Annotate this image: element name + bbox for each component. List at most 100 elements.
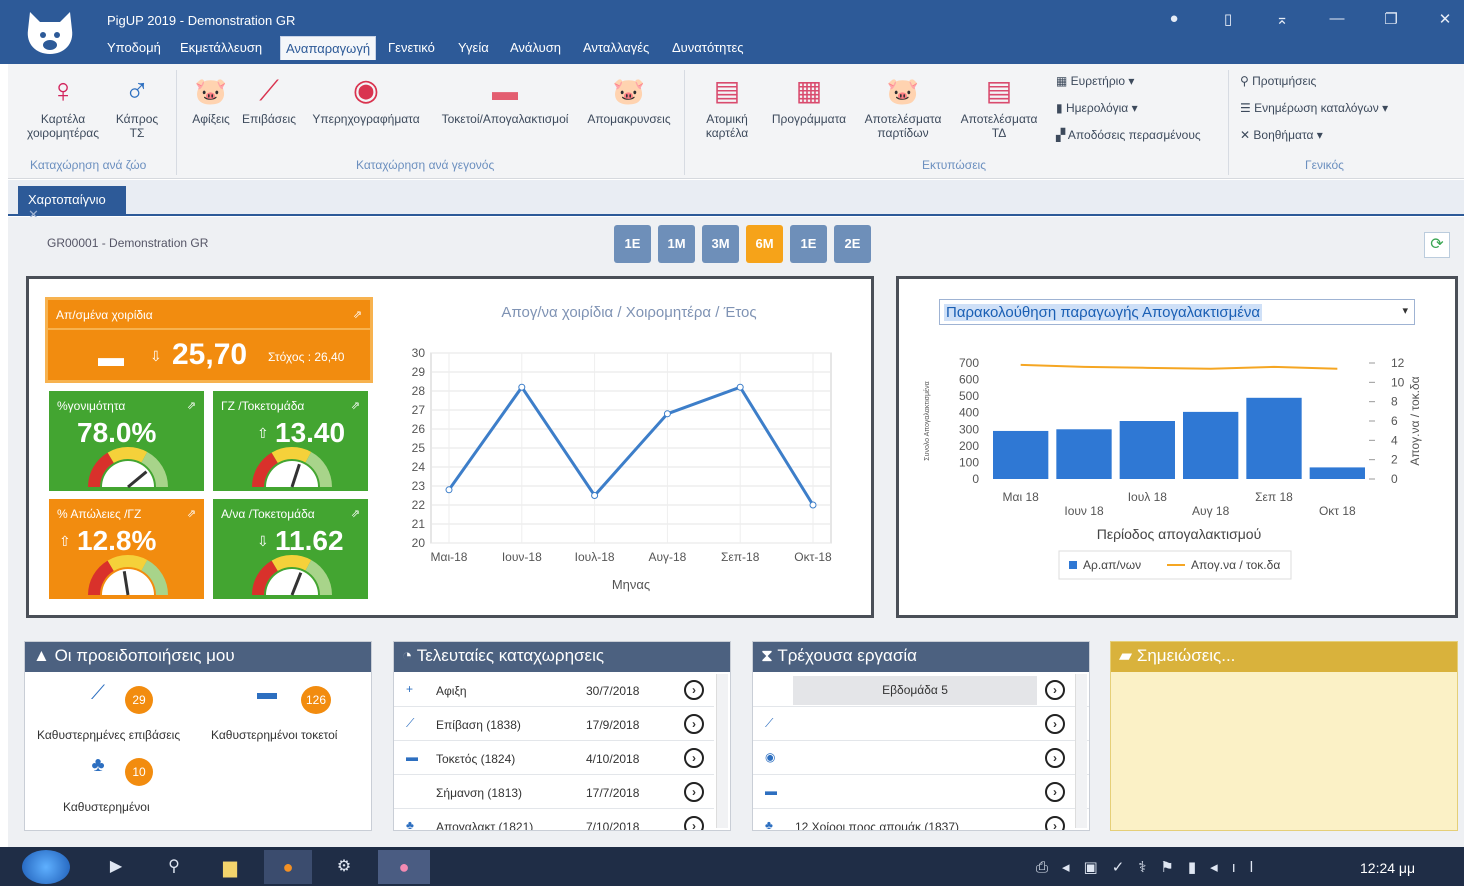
kpi-weaned-per-litter[interactable]: Α/να /Τοκετομάδα ⇗ ⇩ 11.62 [213, 499, 368, 599]
list-item[interactable]: ⟋ › [753, 708, 1089, 741]
expand-icon[interactable]: ⇗ [351, 507, 360, 520]
period-button-5[interactable]: 1Ε [790, 225, 827, 263]
expand-icon[interactable]: ⇗ [187, 507, 196, 520]
chevron-right-icon[interactable]: › [1045, 782, 1065, 802]
menu-capabilities[interactable]: Δυνατότητες [672, 40, 744, 55]
legend-swatch [1069, 561, 1077, 569]
tab-dashboard[interactable]: Χαρτοπαίγνιο ✕ [18, 186, 126, 222]
list-update-button[interactable]: ☰ Ενημέρωση καταλόγων ▾ [1240, 101, 1388, 115]
menu-analysis[interactable]: Ανάλυση [510, 40, 561, 55]
kpi-fertility[interactable]: %γονιμότητα ⇗ 78.0% [49, 391, 204, 491]
refresh-icon[interactable]: ⟳ [1424, 232, 1450, 258]
list-item[interactable]: ⟋ Επίβαση (1838) 17/9/2018 › [394, 708, 714, 741]
kpi-losses[interactable]: % Απώλειες /ΓΖ ⇗ ⇧ 12.8% [49, 499, 204, 599]
chevron-right-icon[interactable]: › [1045, 816, 1065, 830]
period-button-3[interactable]: 3Μ [702, 225, 739, 263]
y-axis-label: Συνολο Απογαλακτισμένα [923, 381, 931, 460]
list-item[interactable]: Σήμανση (1813) 17/7/2018 › [394, 776, 714, 809]
scrollbar[interactable] [716, 674, 728, 828]
series-line [1020, 363, 1338, 370]
ribbon-separator [1228, 70, 1229, 175]
chevron-down-icon[interactable]: ▾ [1402, 304, 1408, 317]
diaries-button[interactable]: ▮ Ημερολόγια ▾ [1056, 101, 1138, 115]
ultrasound-button[interactable]: ◉ Υπερηχογραφήματα [304, 74, 428, 126]
system-tray-icons[interactable]: ⎙◂▣✓⚕⚑▮◂ıl [1036, 858, 1267, 876]
expand-icon[interactable]: ⇗ [187, 399, 196, 412]
period-button-6[interactable]: 2Ε [834, 225, 871, 263]
collapse-ribbon-icon[interactable]: ⌅ [1270, 10, 1294, 32]
tool-icon[interactable]: ⚲ [154, 850, 194, 884]
batch-results-button[interactable]: 🐷 Αποτελέσματα παρτίδων [858, 74, 948, 140]
help-icon[interactable]: ● [1162, 10, 1186, 32]
menu-health[interactable]: Υγεία [458, 40, 489, 55]
results-ta-button[interactable]: ▤ Αποτελέσματα ΤΔ [954, 74, 1044, 140]
period-button-1[interactable]: 1Ε [614, 225, 651, 263]
kpi-weaned[interactable]: Απ/σμένα χοιρίδια ⇗ ▬ ⇩ 25,70 Στόχος : 26… [45, 297, 373, 383]
sow-card-button[interactable]: ♀ Καρτέλα χοιρομητέρας [20, 74, 106, 140]
scrollbar[interactable] [1075, 674, 1087, 828]
minimize-icon[interactable]: — [1325, 10, 1349, 32]
insemination-button[interactable]: ⟋ Επιβάσεις [240, 74, 298, 126]
alert-late-farrowings[interactable]: ▬ 126 Καθυστερημένοι τοκετοί [207, 682, 367, 752]
clock[interactable]: 12:24 μμ [1360, 860, 1415, 876]
chevron-right-icon[interactable]: › [1045, 680, 1065, 700]
past-performance-button[interactable]: ▞ Αποδόσεις περασμένους [1056, 128, 1201, 142]
pigup-app-icon[interactable]: ● [378, 850, 430, 884]
data-point [663, 410, 671, 418]
folder-icon[interactable]: ▆ [210, 850, 250, 884]
chevron-right-icon[interactable]: › [684, 748, 704, 768]
individual-card-button[interactable]: ▤ Ατομική καρτέλα [694, 74, 760, 140]
chevron-right-icon[interactable]: › [1045, 748, 1065, 768]
clock-icon: ◔ [402, 646, 413, 665]
kpi-piglets-per-litter[interactable]: ΓΖ /Τοκετομάδα ⇗ ⇧ 13.40 [213, 391, 368, 491]
chevron-right-icon[interactable]: › [1045, 714, 1065, 734]
alert-late-other[interactable]: ♣ 10 Καθυστερημένοι [33, 754, 203, 824]
notes-box[interactable]: ▰ Σημειώσεις... [1110, 641, 1458, 831]
weaning-icon: ♣ [406, 818, 414, 831]
media-player-icon[interactable]: ▶ [96, 850, 136, 884]
chevron-right-icon[interactable]: › [684, 782, 704, 802]
arrivals-button[interactable]: 🐷 Αφίξεις [186, 74, 236, 126]
data-point [736, 383, 744, 391]
entry-date: 30/7/2018 [586, 684, 640, 698]
culls-button[interactable]: 🐷 Απομακρυνσεις [582, 74, 676, 126]
menu-exchanges[interactable]: Ανταλλαγές [583, 40, 649, 55]
chevron-right-icon[interactable]: › [684, 680, 704, 700]
restore-icon[interactable]: ❐ [1379, 10, 1403, 32]
pin-icon[interactable]: ▯ [1216, 10, 1240, 32]
reminders-button[interactable]: ▦ Ευρετήριο ▾ [1056, 74, 1134, 88]
list-item[interactable]: Εβδομάδα 5 › [753, 674, 1089, 707]
expand-icon[interactable]: ⇗ [351, 399, 360, 412]
firefox-icon[interactable]: ● [264, 850, 312, 884]
menu-operation[interactable]: Εκμετάλλευση [180, 40, 262, 55]
list-item[interactable]: ◉ › [753, 742, 1089, 775]
chevron-right-icon[interactable]: › [684, 816, 704, 830]
list-item[interactable]: ▬ Τοκετός (1824) 4/10/2018 › [394, 742, 714, 775]
list-item[interactable]: + Αφιξη 30/7/2018 › [394, 674, 714, 707]
programs-button[interactable]: ▦ Προγράμματα [764, 74, 854, 126]
period-button-4[interactable]: 6Μ [746, 225, 783, 263]
chart-selector-dropdown[interactable]: Παρακολούθηση παραγωγής Απογαλακτισμένα … [939, 299, 1415, 325]
gauge [88, 555, 168, 596]
period-button-2[interactable]: 1Μ [658, 225, 695, 263]
entry-label: Αφιξη [436, 684, 467, 698]
x-tick-label: Οκτ 18 [1319, 504, 1356, 518]
list-item[interactable]: ♣ Απογαλακτ (1821) 7/10/2018 › [394, 810, 714, 831]
start-button[interactable] [22, 850, 70, 884]
helpers-button[interactable]: ✕ Βοηθήματα ▾ [1240, 128, 1323, 142]
menu-reproduction[interactable]: Αναπαραγωγή [280, 36, 377, 60]
arrow-up-icon: ⇧ [59, 533, 71, 549]
chevron-right-icon[interactable]: › [684, 714, 704, 734]
farrowing-weaning-button[interactable]: ▬ Τοκετοί/Απογαλακτισμοί [432, 74, 578, 126]
menu-genetics[interactable]: Γενετικό [388, 40, 435, 55]
list-item[interactable]: ♣ 12 Χοίροι προς απομάκ (1837) › [753, 810, 1089, 830]
settings-icon[interactable]: ⚙ [324, 850, 364, 884]
boar-card-button[interactable]: ♂ Κάπρος ΤΣ [112, 74, 162, 140]
expand-icon[interactable]: ⇗ [353, 308, 362, 321]
close-icon[interactable]: ✕ [1433, 10, 1457, 32]
y-tick-label: 21 [412, 517, 426, 531]
entry-date: 17/7/2018 [586, 786, 640, 800]
preferences-button[interactable]: ⚲ Προτιμήσεις [1240, 74, 1316, 88]
menu-infrastructure[interactable]: Υποδομή [107, 40, 161, 55]
list-item[interactable]: ▬ › [753, 776, 1089, 809]
